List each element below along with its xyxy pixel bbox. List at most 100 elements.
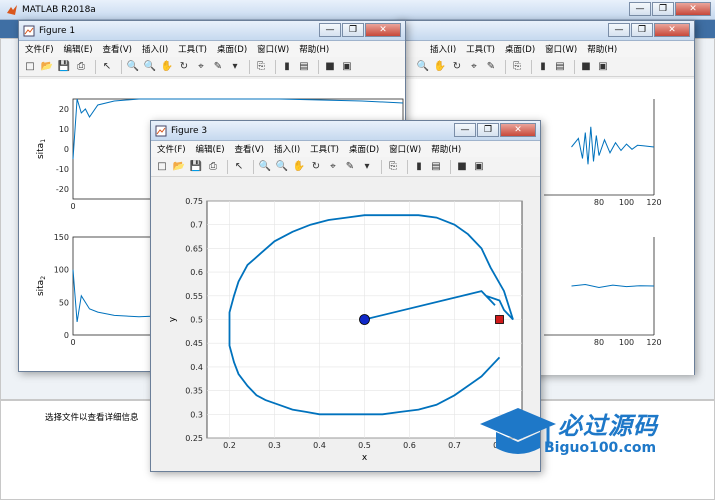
edit-plot-arrow-icon[interactable]: ↖ [232, 160, 246, 174]
restore-button[interactable]: ❐ [342, 23, 364, 37]
figure-3-menu-item-6[interactable]: 窗口(W) [389, 143, 421, 155]
restore-button[interactable]: ❐ [631, 23, 653, 37]
pan-icon[interactable]: ✋ [160, 60, 174, 74]
colorbar-icon[interactable]: ▮ [412, 160, 426, 174]
minimize-button[interactable]: — [608, 23, 630, 37]
figure-1-menu-item-7[interactable]: 帮助(H) [299, 43, 329, 55]
hide-plot-tools-icon[interactable]: ■ [455, 160, 469, 174]
figure-3-menu-item-3[interactable]: 插入(I) [274, 143, 300, 155]
print-icon[interactable]: ⎙ [74, 60, 88, 74]
close-button[interactable]: ✕ [654, 23, 690, 37]
figure-back-menu-item-4[interactable]: 帮助(H) [587, 43, 617, 55]
open-file-icon[interactable]: 📂 [172, 160, 186, 174]
rotate-icon[interactable]: ↻ [177, 60, 191, 74]
y-tick-label: 10 [59, 125, 69, 134]
figure-back-menu-item-3[interactable]: 窗口(W) [545, 43, 577, 55]
dropdown-arrow-icon[interactable]: ▾ [360, 160, 374, 174]
figure-icon [23, 25, 35, 36]
figure-1-menu-item-5[interactable]: 桌面(D) [217, 43, 247, 55]
restore-button[interactable]: ❐ [477, 123, 499, 137]
legend-icon[interactable]: ▤ [429, 160, 443, 174]
legend-icon[interactable]: ▤ [553, 60, 567, 74]
dropdown-arrow-icon[interactable]: ▾ [228, 60, 242, 74]
close-button[interactable]: ✕ [675, 2, 711, 16]
minimize-button[interactable]: — [629, 2, 651, 16]
close-button[interactable]: ✕ [500, 123, 536, 137]
print-icon[interactable]: ⎙ [206, 160, 220, 174]
zoom-in-icon[interactable]: 🔍 [126, 60, 140, 74]
minimize-button[interactable]: — [319, 23, 341, 37]
center-marker [359, 314, 370, 325]
y-tick-label: 0.75 [185, 197, 203, 206]
figure-3-menu-item-0[interactable]: 文件(F) [157, 143, 186, 155]
save-icon[interactable]: 💾 [189, 160, 203, 174]
figure-back-menu-item-1[interactable]: 工具(T) [466, 43, 495, 55]
target-marker [495, 315, 504, 324]
show-plot-tools-icon[interactable]: ▣ [472, 160, 486, 174]
figure-back-menu-item-2[interactable]: 桌面(D) [505, 43, 535, 55]
figure-1-menu-item-1[interactable]: 编辑(E) [64, 43, 93, 55]
colorbar-icon[interactable]: ▮ [280, 60, 294, 74]
new-figure-icon[interactable]: □ [23, 60, 37, 74]
y-tick-label: 0.65 [185, 244, 203, 253]
pan-icon[interactable]: ✋ [292, 160, 306, 174]
figure-back-menu-item-0[interactable]: 插入(I) [430, 43, 456, 55]
x-tick-label: 0.5 [358, 441, 371, 450]
toolbar-separator [574, 59, 575, 74]
y-tick-label: 0.35 [185, 387, 203, 396]
series-line-3 [571, 126, 655, 165]
data-cursor-icon[interactable]: ⌖ [467, 60, 481, 74]
zoom-out-icon[interactable]: 🔍 [275, 160, 289, 174]
figure-3-menu-item-2[interactable]: 查看(V) [235, 143, 264, 155]
figure-3-title: Figure 3 [171, 125, 208, 136]
minimize-button[interactable]: — [454, 123, 476, 137]
figure-1-menu-item-0[interactable]: 文件(F) [25, 43, 54, 55]
y-tick-label: -20 [56, 185, 69, 194]
data-cursor-icon[interactable]: ⌖ [194, 60, 208, 74]
figure-1-menu-item-2[interactable]: 查看(V) [103, 43, 132, 55]
file-details-text: 选择文件以查看详细信息 [45, 413, 139, 423]
y-axis-label: y [168, 316, 178, 322]
legend-icon[interactable]: ▤ [297, 60, 311, 74]
show-plot-tools-icon[interactable]: ▣ [596, 60, 610, 74]
data-cursor-icon[interactable]: ⌖ [326, 160, 340, 174]
zoom-out-icon[interactable]: 🔍 [416, 60, 430, 74]
watermark-url: Biguo100.com [544, 440, 657, 456]
restore-button[interactable]: ❐ [652, 2, 674, 16]
colorbar-icon[interactable]: ▮ [536, 60, 550, 74]
figure-1-menu-item-6[interactable]: 窗口(W) [257, 43, 289, 55]
hide-plot-tools-icon[interactable]: ■ [579, 60, 593, 74]
toolbar-separator [121, 59, 122, 74]
show-plot-tools-icon[interactable]: ▣ [340, 60, 354, 74]
y-tick-label: 0.55 [185, 292, 203, 301]
rotate-icon[interactable]: ↻ [309, 160, 323, 174]
open-file-icon[interactable]: 📂 [40, 60, 54, 74]
zoom-in-icon[interactable]: 🔍 [258, 160, 272, 174]
rotate-icon[interactable]: ↻ [450, 60, 464, 74]
hide-plot-tools-icon[interactable]: ■ [323, 60, 337, 74]
figure-3-menu-item-4[interactable]: 工具(T) [310, 143, 339, 155]
brush-icon[interactable]: ✎ [484, 60, 498, 74]
figure-3-menu-item-1[interactable]: 编辑(E) [196, 143, 225, 155]
link-plot-icon[interactable]: ⎘ [510, 60, 524, 74]
toolbar-separator [95, 59, 96, 74]
x-tick-label: 0.2 [223, 441, 236, 450]
save-icon[interactable]: 💾 [57, 60, 71, 74]
new-figure-icon[interactable]: □ [155, 160, 169, 174]
y-tick-label: 0.3 [190, 410, 203, 419]
x-tick-label: 100 [619, 338, 634, 347]
y-tick-label: -10 [56, 165, 69, 174]
figure-1-menu-item-4[interactable]: 工具(T) [178, 43, 207, 55]
figure-3-menu-bar: 文件(F) 编辑(E) 查看(V) 插入(I) 工具(T) 桌面(D) 窗口(W) 帮助(H) [151, 141, 540, 157]
pan-icon[interactable]: ✋ [433, 60, 447, 74]
edit-plot-arrow-icon[interactable]: ↖ [100, 60, 114, 74]
link-plot-icon[interactable]: ⎘ [386, 160, 400, 174]
brush-icon[interactable]: ✎ [211, 60, 225, 74]
figure-1-menu-item-3[interactable]: 插入(I) [142, 43, 168, 55]
figure-3-menu-item-5[interactable]: 桌面(D) [349, 143, 379, 155]
link-plot-icon[interactable]: ⎘ [254, 60, 268, 74]
zoom-out-icon[interactable]: 🔍 [143, 60, 157, 74]
figure-3-menu-item-7[interactable]: 帮助(H) [431, 143, 461, 155]
brush-icon[interactable]: ✎ [343, 160, 357, 174]
close-button[interactable]: ✕ [365, 23, 401, 37]
